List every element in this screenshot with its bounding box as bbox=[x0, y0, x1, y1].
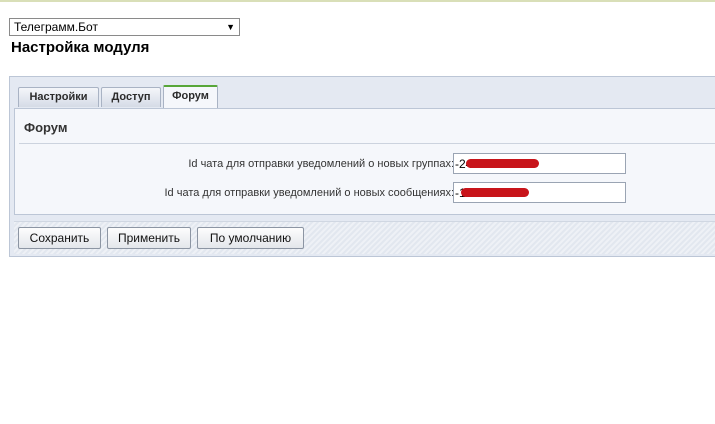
top-border bbox=[0, 0, 715, 2]
tab-settings-label: Настройки bbox=[29, 91, 88, 103]
settings-panel: Настройки Доступ Форум Форум Id чата для… bbox=[9, 76, 715, 257]
dropdown-arrow-icon: ▼ bbox=[226, 22, 235, 32]
page-title: Настройка модуля bbox=[11, 39, 150, 56]
button-bar: Сохранить Применить По умолчанию bbox=[14, 221, 715, 254]
module-select[interactable]: Телеграмм.Бот ▼ bbox=[9, 18, 240, 36]
apply-button[interactable]: Применить bbox=[107, 227, 191, 249]
module-select-value: Телеграмм.Бот bbox=[14, 20, 98, 34]
section-title: Форум bbox=[24, 120, 68, 135]
tab-content: Форум Id чата для отправки уведомлений о… bbox=[14, 108, 715, 215]
messages-chat-id-input[interactable] bbox=[453, 182, 626, 203]
tab-access[interactable]: Доступ bbox=[101, 87, 161, 107]
groups-chat-id-label: Id чата для отправки уведомлений о новых… bbox=[188, 158, 454, 170]
groups-chat-id-input[interactable] bbox=[453, 153, 626, 174]
section-divider bbox=[19, 143, 715, 144]
save-button[interactable]: Сохранить bbox=[18, 227, 101, 249]
tab-settings[interactable]: Настройки bbox=[18, 87, 99, 107]
tab-access-label: Доступ bbox=[111, 91, 151, 103]
tab-forum-label: Форум bbox=[172, 90, 209, 102]
defaults-button[interactable]: По умолчанию bbox=[197, 227, 304, 249]
messages-chat-id-label: Id чата для отправки уведомлений о новых… bbox=[164, 187, 455, 199]
tab-forum[interactable]: Форум bbox=[163, 85, 218, 108]
